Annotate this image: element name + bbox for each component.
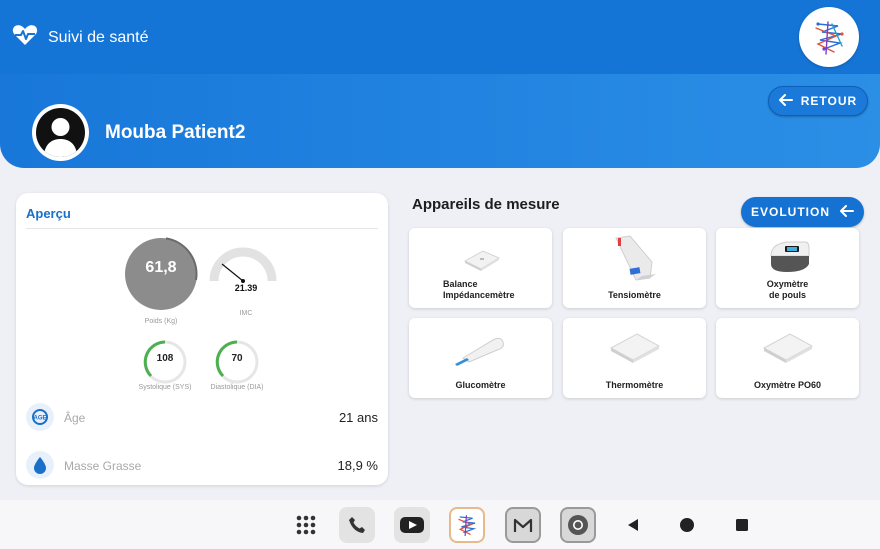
drop-icon (26, 451, 54, 479)
age-icon: AGE (26, 403, 54, 431)
phone-icon[interactable] (339, 507, 375, 543)
arrow-left-icon (840, 204, 854, 220)
device-label: Oxymètre de pouls (766, 279, 809, 300)
device-card-thermometre[interactable]: Thermomètre (563, 318, 706, 398)
imc-label: IMC (239, 310, 253, 317)
retour-label: RETOUR (800, 94, 858, 108)
masse-grasse-row: Masse Grasse 18,9 % (26, 451, 378, 481)
device-label: Oxymètre PO60 (753, 380, 822, 390)
app-logo-icon[interactable] (449, 507, 485, 543)
systolique-label: Systolique (SYS) (138, 384, 192, 391)
patient-name: Mouba Patient2 (105, 122, 246, 143)
heart-pulse-icon (12, 24, 38, 51)
age-row: AGE Âge 21 ans (26, 403, 378, 433)
apercu-title: Aperçu (26, 206, 71, 221)
poids-value: 61,8 (145, 259, 177, 276)
apps-grid-icon[interactable] (288, 507, 324, 543)
glucometer-icon (409, 326, 552, 370)
device-card-oxymetre[interactable]: Oxymètre de pouls (716, 228, 859, 308)
divider (26, 228, 378, 229)
device-label: Thermomètre (605, 380, 664, 390)
app-title-group: Suivi de santé (12, 24, 149, 51)
masse-grasse-label: Masse Grasse (64, 459, 142, 473)
oximeter-po60-icon (716, 326, 859, 370)
device-card-balance[interactable]: Balance Impédancemètre (409, 228, 552, 308)
diastolique-value: 70 (231, 353, 243, 364)
thermometer-icon (563, 326, 706, 370)
masse-grasse-value: 18,9 % (337, 458, 378, 473)
youtube-icon[interactable] (394, 507, 430, 543)
device-label: Glucomètre (455, 380, 506, 390)
device-card-tensiometre[interactable]: Tensiomètre (563, 228, 706, 308)
user-avatar (32, 104, 89, 161)
blood-pressure-monitor-icon (563, 232, 706, 284)
apercu-card: Aperçu 61,8 Poids (Kg) 21.39 IMC 108 Sys… (16, 193, 388, 485)
patient-header: Mouba Patient2 RETOUR (0, 74, 880, 168)
back-icon[interactable] (615, 507, 651, 543)
diastolique-label: Diastolique (DIA) (210, 384, 264, 391)
scale-icon (409, 236, 552, 280)
recents-icon[interactable] (724, 507, 760, 543)
imc-gauge (209, 247, 277, 283)
device-label: Balance Impédancemètre (443, 279, 515, 300)
age-value: 21 ans (338, 410, 378, 425)
device-card-oxymetre-po60[interactable]: Oxymètre PO60 (716, 318, 859, 398)
poids-label: Poids (Kg) (144, 318, 178, 325)
systolique-value: 108 (156, 353, 174, 364)
pulse-oximeter-icon (716, 232, 859, 280)
imc-value: 21.39 (234, 283, 258, 293)
device-card-glucometre[interactable]: Glucomètre (409, 318, 552, 398)
app-title: Suivi de santé (48, 28, 149, 46)
evolution-button[interactable]: EVOLUTION (741, 197, 864, 227)
age-label: Âge (64, 411, 86, 425)
evolution-label: EVOLUTION (750, 205, 830, 219)
device-label: Tensiomètre (608, 290, 661, 300)
app-logo[interactable] (799, 7, 859, 67)
top-app-bar: Suivi de santé (0, 0, 880, 74)
svg-text:AGE: AGE (33, 416, 46, 422)
mail-icon[interactable] (505, 507, 541, 543)
devices-title: Appareils de mesure (412, 196, 560, 213)
retour-button[interactable]: RETOUR (768, 86, 868, 116)
home-icon[interactable] (669, 507, 705, 543)
chrome-icon[interactable] (560, 507, 596, 543)
arrow-left-icon (778, 93, 793, 109)
